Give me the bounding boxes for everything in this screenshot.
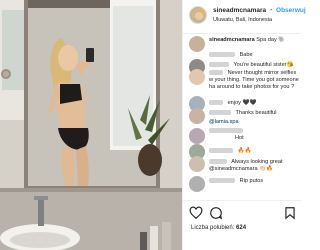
caption-username[interactable]: sineadmcnamara	[209, 37, 255, 43]
bookmark-icon[interactable]	[283, 206, 297, 220]
redacted-username	[209, 159, 227, 165]
comment-text: Thanks beautiful	[235, 110, 277, 116]
heart-icon[interactable]	[189, 206, 203, 220]
post-photo[interactable]	[0, 0, 182, 250]
comment-avatar[interactable]	[189, 108, 205, 124]
post-side-panel: sineadmcnamara • Obserwuj Uluwatu, Bali,…	[182, 0, 306, 250]
author-line: sineadmcnamara • Obserwuj	[213, 7, 306, 14]
likes-label: Liczba polubień:	[191, 225, 235, 231]
redacted-username	[209, 70, 223, 76]
likes-count-line[interactable]: Liczba polubień: 624	[191, 225, 246, 231]
redacted-username	[209, 110, 231, 116]
comment-avatar[interactable]	[189, 69, 205, 85]
comments-list: sineadmcnamara Spa day 🐘 Babe You're bea…	[183, 36, 301, 196]
comment-text: Hot	[235, 135, 244, 141]
comment-avatar[interactable]	[189, 176, 205, 192]
redacted-username	[209, 52, 235, 58]
comment-text: Babe	[239, 52, 253, 58]
redacted-username	[209, 178, 235, 184]
comment-avatar[interactable]	[189, 128, 205, 144]
caption-row: sineadmcnamara Spa day 🐘	[183, 36, 301, 52]
follow-button[interactable]: Obserwuj	[276, 7, 306, 14]
comment-text: enjoy 🖤🖤	[227, 100, 257, 106]
redacted-username	[209, 62, 229, 68]
caption-text: Spa day 🐘	[256, 37, 286, 43]
header-separator: •	[269, 7, 273, 14]
avatar-face-shape	[195, 12, 203, 20]
mention-link[interactable]: @lamia.spa	[209, 119, 239, 125]
comment-text: 🔥🔥	[237, 148, 252, 154]
redacted-username	[209, 100, 223, 106]
comment-text: Rip putos	[239, 178, 264, 184]
redacted-username	[209, 148, 233, 154]
post-actions-bar	[183, 200, 301, 222]
post-location[interactable]: Uluwatu, Bali, Indonesia	[213, 17, 272, 23]
author-avatar[interactable]	[189, 6, 207, 24]
comment-avatar[interactable]	[189, 156, 205, 172]
comment-icon[interactable]	[209, 206, 223, 220]
comment-text: You're beautiful sister😘	[233, 62, 294, 68]
author-username[interactable]: sineadmcnamara	[213, 7, 266, 14]
caption-avatar[interactable]	[189, 36, 205, 52]
photo-mirror-selfie	[0, 0, 182, 250]
redacted-username	[209, 128, 243, 134]
post-header: sineadmcnamara • Obserwuj Uluwatu, Bali,…	[183, 0, 306, 34]
likes-number: 624	[236, 225, 247, 231]
